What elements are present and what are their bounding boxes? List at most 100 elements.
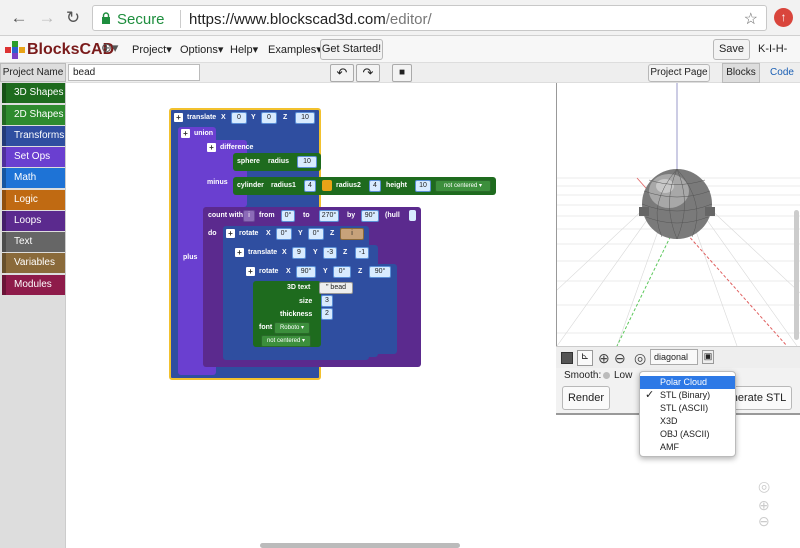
zoom-out-icon[interactable]: ⊖ <box>614 350 626 367</box>
cylinder-block[interactable]: cylinder radius1 4 radius2 4 height 10 n… <box>233 177 496 195</box>
lock-icon[interactable] <box>322 180 332 191</box>
option-amf[interactable]: AMF <box>640 441 735 454</box>
app-menubar: BlocksCAD ⊕▾ Project▾ Options▾ Help▾ Exa… <box>0 36 800 63</box>
export-format-dropdown[interactable]: Polar Cloud ✓ STL (Binary) STL (ASCII) X3… <box>639 371 736 457</box>
save-button[interactable]: Save <box>713 39 750 60</box>
by-input[interactable]: 90° <box>361 210 379 222</box>
screenshot-icon[interactable]: ▣ <box>702 350 714 364</box>
tab-blocks[interactable]: Blocks <box>722 63 760 83</box>
from-input[interactable]: 0° <box>281 210 295 222</box>
horizontal-scrollbar[interactable] <box>260 543 460 548</box>
category-text[interactable]: Text <box>2 232 65 252</box>
translate-x-input[interactable]: 0 <box>231 112 247 124</box>
menu-examples[interactable]: Examples▾ <box>268 43 322 56</box>
extension-icon[interactable]: ↑ <box>774 8 793 27</box>
blocks-workspace[interactable]: + translate X 0 Y 0 Z 10 + union plus + … <box>66 83 556 548</box>
tab-code[interactable]: Code <box>764 63 800 83</box>
menu-options[interactable]: Options▾ <box>180 43 223 56</box>
difference-plus-icon[interactable]: + <box>207 143 216 152</box>
difference-block[interactable]: + difference minus <box>203 140 253 207</box>
font-dropdown[interactable]: Roboto ▾ <box>274 322 310 334</box>
globe-icon[interactable]: ⊕▾ <box>101 40 118 56</box>
text3d-value-input[interactable]: " bead <box>319 282 353 294</box>
category-variables[interactable]: Variables <box>2 253 65 273</box>
back-icon[interactable]: ← <box>8 7 30 29</box>
hull-checkbox[interactable] <box>409 210 416 221</box>
category-math[interactable]: Math <box>2 168 65 188</box>
translate-inner-z-input[interactable]: -1 <box>355 247 369 259</box>
url-separator <box>180 10 181 28</box>
workspace-zoom-in-icon[interactable]: ⊕ <box>758 497 770 514</box>
option-x3d[interactable]: X3D <box>640 415 735 428</box>
recenter-icon[interactable]: ◎ <box>758 478 770 495</box>
menu-project[interactable]: Project▾ <box>132 43 172 56</box>
translate-inner-x-input[interactable]: 9 <box>292 247 306 259</box>
rotate-inner-label: rotate <box>259 268 279 275</box>
rotate-inner-y-label: Y <box>323 268 328 275</box>
sphere-radius-input[interactable]: 10 <box>297 156 317 168</box>
rotate-y-input[interactable]: 0° <box>308 228 324 240</box>
zoom-in-icon[interactable]: ⊕ <box>598 350 610 367</box>
bead-model <box>639 168 715 240</box>
radius1-input[interactable]: 4 <box>304 180 316 192</box>
get-started-button[interactable]: Get Started! <box>320 39 383 60</box>
reload-icon[interactable]: ↻ <box>62 7 84 29</box>
centered-dropdown[interactable]: not centered ▾ <box>435 180 491 192</box>
undo-icon[interactable]: ↶ <box>330 64 354 82</box>
project-page-button[interactable]: Project Page <box>648 64 710 82</box>
render-button[interactable]: Render <box>562 386 610 410</box>
address-bar[interactable]: Secure https://www.blockscad3d.com/edito… <box>92 5 767 31</box>
translate-z-input[interactable]: 10 <box>295 112 315 124</box>
count-with-label: count with <box>208 212 243 219</box>
text-centered-dropdown[interactable]: not centered ▾ <box>261 335 311 347</box>
project-name-input[interactable]: bead <box>68 64 200 81</box>
translate-y-input[interactable]: 0 <box>261 112 277 124</box>
thickness-label: thickness <box>280 311 313 318</box>
category-set-ops[interactable]: Set Ops <box>2 147 65 167</box>
rotate-inner-z-input[interactable]: 90° <box>369 266 391 278</box>
category-modules[interactable]: Modules <box>2 275 65 295</box>
vertical-scrollbar[interactable] <box>794 210 799 340</box>
zoom-fit-icon[interactable]: ◎ <box>634 350 646 367</box>
union-plus-icon[interactable]: + <box>181 129 190 138</box>
category-logic[interactable]: Logic <box>2 190 65 210</box>
menu-help[interactable]: Help▾ <box>230 43 258 56</box>
rotate-z-var[interactable]: i <box>340 228 364 240</box>
category-loops[interactable]: Loops <box>2 211 65 231</box>
workspace-zoom-out-icon[interactable]: ⊖ <box>758 513 770 530</box>
redo-icon[interactable]: ↷ <box>356 64 380 82</box>
sphere-block[interactable]: sphere radius 10 <box>233 153 321 171</box>
option-obj-ascii[interactable]: OBJ (ASCII) <box>640 428 735 441</box>
category-3d-shapes[interactable]: 3D Shapes <box>2 83 65 103</box>
rotate-inner-x-input[interactable]: 90° <box>296 266 316 278</box>
text3d-block[interactable]: 3D text " bead size 3 thickness 2 font R… <box>253 281 353 347</box>
option-polar-cloud[interactable]: Polar Cloud <box>640 376 735 389</box>
rotate-inner-y-input[interactable]: 0° <box>333 266 351 278</box>
bookmark-star-icon[interactable]: ☆ <box>744 9 758 29</box>
forward-icon[interactable]: → <box>36 7 58 29</box>
to-input[interactable]: 270° <box>319 210 339 222</box>
user-menu[interactable]: K-I-H- <box>758 43 787 55</box>
option-stl-binary[interactable]: ✓ STL (Binary) <box>640 389 735 402</box>
rotate-inner-plus-icon[interactable]: + <box>246 267 255 276</box>
translate-inner-y-input[interactable]: -3 <box>323 247 337 259</box>
option-stl-ascii[interactable]: STL (ASCII) <box>640 402 735 415</box>
trash-icon[interactable]: ■ <box>392 64 412 82</box>
height-input[interactable]: 10 <box>415 180 431 192</box>
axes-icon[interactable]: ⊾ <box>577 350 593 366</box>
mutator-plus-icon[interactable]: + <box>174 113 183 122</box>
translate-inner-plus-icon[interactable]: + <box>235 248 244 257</box>
radius2-input[interactable]: 4 <box>369 180 381 192</box>
size-input[interactable]: 3 <box>321 295 333 307</box>
loop-var-dropdown[interactable]: i <box>243 210 255 222</box>
view-select[interactable]: diagonal ▴▾ <box>650 349 698 376</box>
smooth-radio[interactable] <box>603 372 610 379</box>
category-transforms[interactable]: Transforms <box>2 126 65 146</box>
url-host: https://www.blockscad3d.com <box>189 11 386 28</box>
rotate-x-input[interactable]: 0° <box>276 228 292 240</box>
rotate-plus-icon[interactable]: + <box>226 229 235 238</box>
background-color-icon[interactable] <box>561 352 573 364</box>
category-2d-shapes[interactable]: 2D Shapes <box>2 105 65 125</box>
thickness-input[interactable]: 2 <box>321 308 333 320</box>
centered-dropdown-label: not centered <box>443 183 478 189</box>
